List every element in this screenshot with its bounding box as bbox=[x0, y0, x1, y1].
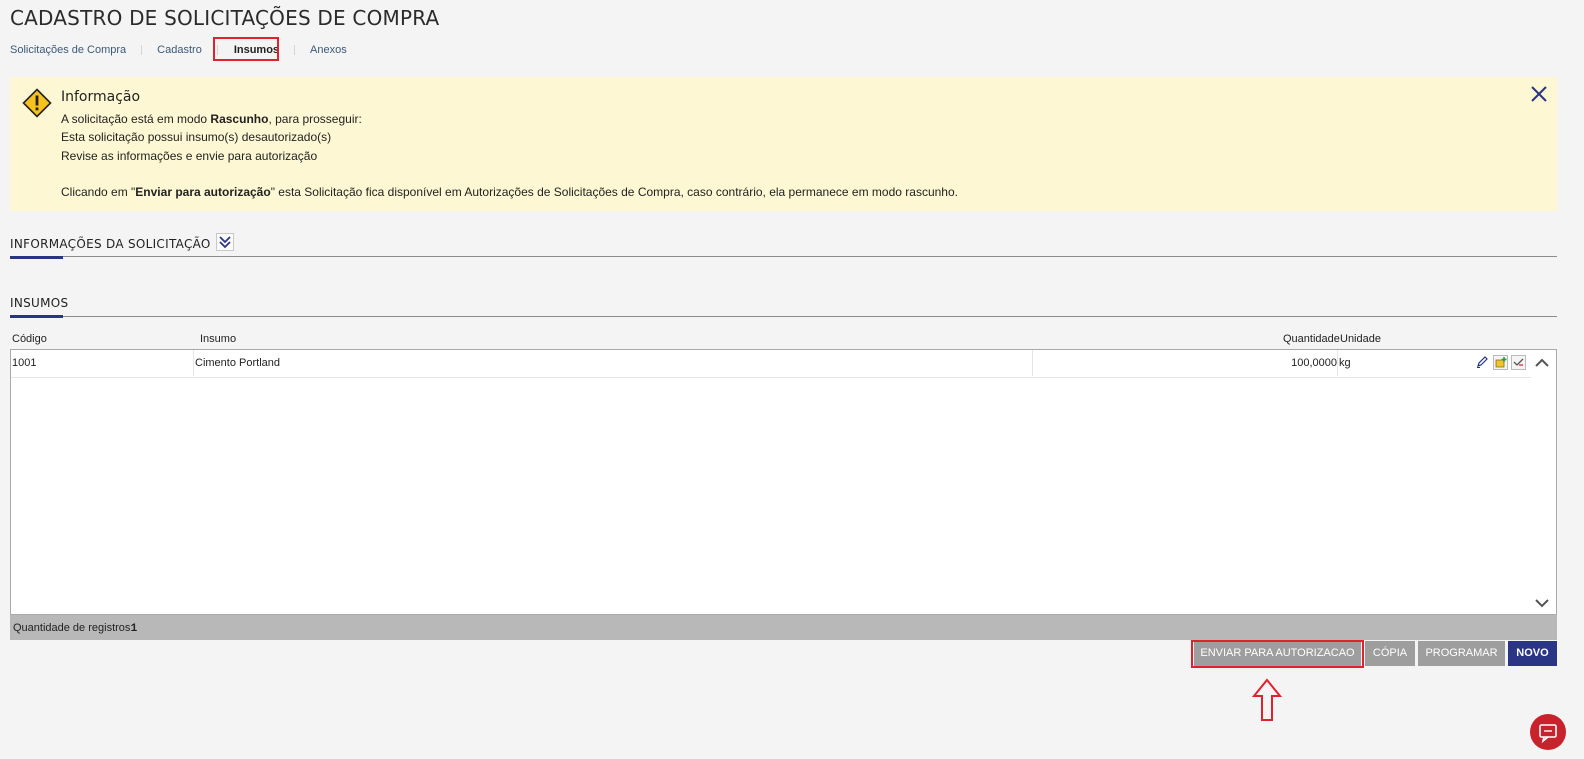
warning-icon bbox=[22, 88, 52, 118]
tab-separator bbox=[141, 45, 143, 55]
highlight-box-send-button bbox=[1191, 640, 1364, 668]
section-divider bbox=[10, 256, 1557, 257]
column-header-unidade[interactable]: Unidade bbox=[1340, 333, 1381, 345]
cell-codigo: 1001 bbox=[12, 357, 37, 369]
insumos-grid: 1001 Cimento Portland 100,0000 kg bbox=[10, 349, 1557, 615]
approve-icon[interactable] bbox=[1511, 355, 1526, 370]
arrow-up-icon bbox=[1252, 678, 1282, 721]
chat-button[interactable] bbox=[1530, 714, 1566, 750]
tab-anexos[interactable]: Anexos bbox=[310, 44, 347, 56]
table-row[interactable]: 1001 Cimento Portland 100,0000 kg bbox=[11, 350, 1531, 378]
add-item-icon[interactable] bbox=[1493, 355, 1508, 370]
copy-button[interactable]: CÓPIA bbox=[1365, 641, 1415, 666]
new-button[interactable]: NOVO bbox=[1508, 641, 1557, 666]
info-banner: Informação A solicitação está em modo Ra… bbox=[10, 77, 1557, 211]
column-header-codigo[interactable]: Código bbox=[12, 333, 47, 345]
breadcrumb-tabs: Solicitações de Compra Cadastro Insumos … bbox=[10, 42, 347, 58]
cell-unidade: kg bbox=[1339, 357, 1351, 369]
scroll-down-icon[interactable] bbox=[1534, 595, 1550, 611]
close-icon[interactable] bbox=[1530, 85, 1548, 103]
tab-cadastro[interactable]: Cadastro bbox=[157, 44, 202, 56]
column-separator bbox=[193, 350, 194, 376]
info-line-review: Revise as informações e envie para autor… bbox=[61, 149, 318, 163]
cell-insumo: Cimento Portland bbox=[195, 357, 280, 369]
tab-solicitacoes-de-compra[interactable]: Solicitações de Compra bbox=[10, 44, 126, 56]
section-accent-bar bbox=[10, 315, 63, 318]
section-divider bbox=[10, 316, 1557, 317]
info-line-draft-mode: A solicitação está em modo Rascunho, par… bbox=[61, 112, 362, 126]
tab-separator bbox=[294, 45, 296, 55]
info-line-send-instructions: Clicando em "Enviar para autorização" es… bbox=[61, 185, 958, 199]
column-separator bbox=[1032, 350, 1033, 376]
column-header-insumo[interactable]: Insumo bbox=[200, 333, 236, 345]
column-header-quantidade[interactable]: Quantidade bbox=[1283, 333, 1340, 345]
records-count: 1 bbox=[131, 622, 138, 634]
records-label: Quantidade de registros: bbox=[13, 622, 134, 634]
scroll-up-icon[interactable] bbox=[1534, 355, 1550, 371]
cell-quantidade: 100,0000 bbox=[1291, 357, 1337, 369]
section-title-insumos: INSUMOS bbox=[10, 296, 69, 310]
highlight-box-insumos-tab bbox=[213, 37, 279, 61]
chat-icon bbox=[1539, 724, 1557, 744]
expand-section-button[interactable] bbox=[216, 233, 234, 251]
section-accent-bar bbox=[10, 256, 63, 259]
column-separator bbox=[1337, 350, 1338, 376]
info-title: Informação bbox=[61, 89, 141, 105]
schedule-button[interactable]: PROGRAMAR bbox=[1418, 641, 1505, 666]
chevron-double-down-icon bbox=[219, 236, 231, 249]
info-line-unauthorized: Esta solicitação possui insumo(s) desaut… bbox=[61, 130, 332, 144]
page-title: CADASTRO DE SOLICITAÇÕES DE COMPRA bbox=[10, 6, 440, 30]
pencil-icon[interactable] bbox=[1475, 355, 1489, 369]
records-footer: Quantidade de registros: 1 bbox=[10, 615, 1557, 640]
section-title-informacoes: INFORMAÇÕES DA SOLICITAÇÃO bbox=[10, 237, 211, 251]
